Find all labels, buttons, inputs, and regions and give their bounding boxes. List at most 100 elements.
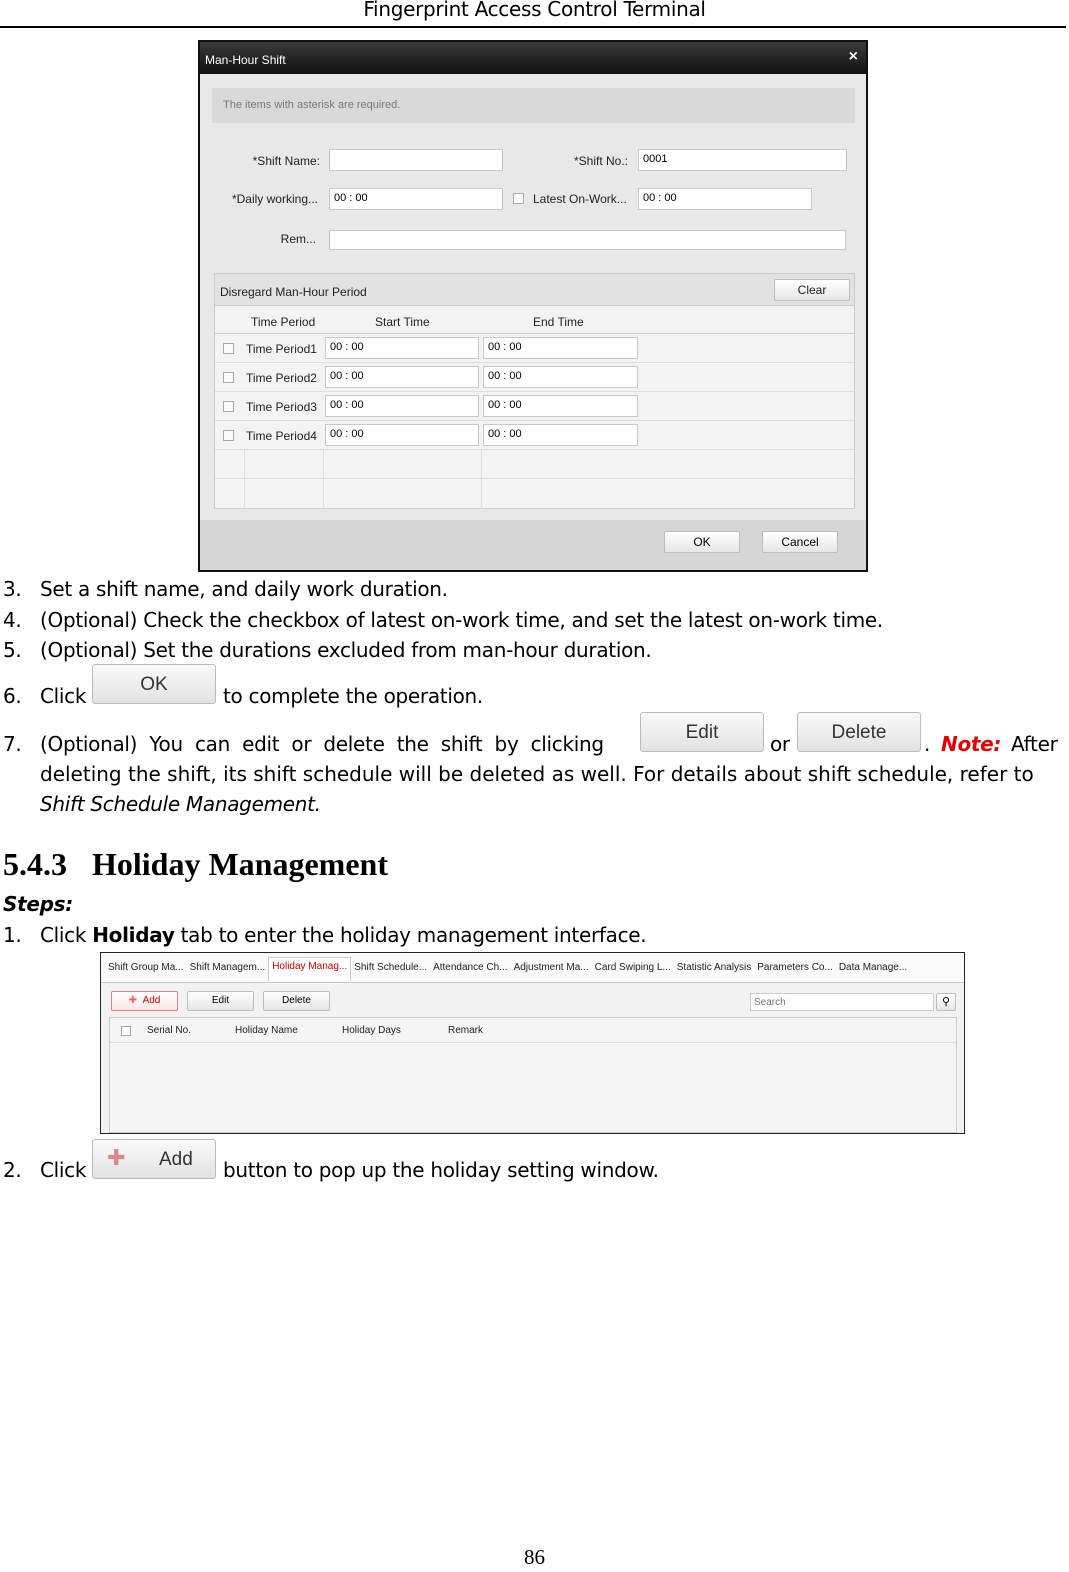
col-divider [244, 450, 245, 509]
shift-name-label: *Shift Name: [252, 154, 320, 168]
column-header: Serial No. [147, 1025, 191, 1036]
step-5: 5. (Optional) Set the durations excluded … [3, 638, 652, 662]
column-header: End Time [533, 315, 584, 329]
page-number: 86 [524, 1545, 545, 1569]
text: tab to enter the holiday management inte… [180, 923, 647, 947]
row-checkbox[interactable] [223, 430, 234, 441]
edit-button[interactable]: Edit [187, 991, 254, 1011]
ok-button-image: OK [92, 664, 216, 704]
shift-name-input[interactable] [329, 149, 503, 171]
col-divider [323, 450, 324, 509]
period-name: Time Period3 [246, 400, 317, 414]
required-notice: The items with asterisk are required. [212, 88, 855, 123]
dialog-title: Man-Hour Shift [205, 53, 286, 67]
dialog-title-bar: Man-Hour Shift × [200, 42, 866, 74]
table-header: Time Period Start Time End Time [215, 307, 854, 334]
remark-input[interactable] [329, 230, 846, 250]
note-label: Note: [941, 732, 1002, 756]
row-checkbox[interactable] [223, 401, 234, 412]
tab-9[interactable]: Parameters Co... [754, 959, 836, 981]
page-header: Fingerprint Access Control Terminal [363, 0, 706, 21]
latest-on-work-label: Latest On-Work... [533, 192, 627, 206]
end-time-input[interactable]: 00 : 00 [483, 395, 638, 417]
shift-no-label: *Shift No.: [573, 154, 628, 168]
tabs: Shift Group Ma... Shift Managem... Holiday… [105, 957, 910, 981]
disregard-period-panel: Disregard Man-Hour Period Clear Time Per… [214, 273, 855, 509]
holiday-table: Serial No. Holiday Name Holiday Days Rem… [109, 1017, 957, 1133]
close-icon[interactable]: × [849, 48, 858, 66]
plus-icon: ✚ [107, 1145, 126, 1170]
ok-button[interactable]: OK [664, 531, 740, 553]
latest-on-work-input[interactable]: 00 : 00 [638, 188, 812, 210]
start-time-input[interactable]: 00 : 00 [325, 424, 479, 446]
column-header: Holiday Name [235, 1025, 298, 1036]
add-label: Add [142, 995, 161, 1006]
column-header: Start Time [375, 315, 430, 329]
table-row: Time Period1 00 : 00 00 : 00 [215, 334, 854, 363]
tab-8[interactable]: Statistic Analysis [674, 959, 754, 981]
shift-no-input[interactable]: 0001 [638, 149, 847, 171]
step-text: to complete the operation. [223, 684, 483, 708]
section-title: Holiday Management [92, 846, 388, 882]
delete-button-image: Delete [797, 712, 921, 752]
period-name: Time Period1 [246, 342, 317, 356]
step-number: 6. [3, 684, 22, 708]
man-hour-shift-dialog: Man-Hour Shift × The items with asterisk… [198, 40, 868, 572]
table-row: Time Period4 00 : 00 00 : 00 [215, 421, 854, 450]
table-row: Time Period3 00 : 00 00 : 00 [215, 392, 854, 421]
reference-link: Shift Schedule Management. [40, 792, 321, 816]
plus-icon: ✚ [128, 995, 138, 1006]
step-text: Click Holiday tab to enter the holiday m… [40, 923, 647, 947]
search-input[interactable] [750, 993, 934, 1011]
daily-working-input[interactable]: 00 : 00 [329, 188, 503, 210]
add-button-image: ✚ Add [92, 1139, 216, 1179]
section-number: 5.4.3 [3, 846, 67, 882]
end-time-input[interactable]: 00 : 00 [483, 366, 638, 388]
clear-button[interactable]: Clear [774, 279, 850, 301]
tab-6[interactable]: Adjustment Ma... [511, 959, 592, 981]
delete-button[interactable]: Delete [263, 991, 330, 1011]
column-header: Holiday Days [342, 1025, 401, 1036]
step-number: 7. [3, 732, 22, 756]
period-name: Time Period4 [246, 429, 317, 443]
end-time-input[interactable]: 00 : 00 [483, 424, 638, 446]
tab-1[interactable]: Shift Group Ma... [105, 959, 187, 981]
tab-10[interactable]: Data Manage... [836, 959, 910, 981]
search-icon[interactable]: ⚲ [936, 993, 956, 1011]
start-time-input[interactable]: 00 : 00 [325, 337, 479, 359]
latest-on-work-checkbox[interactable] [513, 193, 524, 204]
step-number: 1. [3, 923, 22, 947]
step-text: Click [40, 1158, 87, 1182]
holiday-management-screenshot: Shift Group Ma... Shift Managem... Holiday… [100, 952, 965, 1134]
step-number: 3. [3, 577, 22, 601]
step-number: 2. [3, 1158, 22, 1182]
text: Click [40, 923, 87, 947]
dialog-footer: OK Cancel [200, 520, 866, 570]
tab-7[interactable]: Card Swiping L... [592, 959, 674, 981]
empty-row [215, 450, 854, 479]
cancel-button[interactable]: Cancel [762, 531, 838, 553]
tab-3[interactable]: Holiday Manag... [268, 957, 352, 981]
step-4: 4. (Optional) Check the checkbox of lates… [3, 608, 883, 632]
select-all-checkbox[interactable] [121, 1026, 131, 1036]
column-header: Remark [448, 1025, 484, 1036]
table-body: Time Period1 00 : 00 00 : 00 Time Period… [215, 334, 854, 509]
column-header: Time Period [251, 315, 316, 329]
step-number: 5. [3, 638, 22, 662]
step-text: or [770, 732, 790, 756]
row-checkbox[interactable] [223, 372, 234, 383]
start-time-input[interactable]: 00 : 00 [325, 395, 479, 417]
start-time-input[interactable]: 00 : 00 [325, 366, 479, 388]
step-text: (Optional) You can edit or delete the sh… [40, 732, 604, 756]
step-text: (Optional) Set the durations excluded fr… [40, 638, 652, 662]
tab-2[interactable]: Shift Managem... [187, 959, 269, 981]
step-text: deleting the shift, its shift schedule w… [40, 762, 1034, 786]
add-button[interactable]: ✚ Add [111, 991, 178, 1011]
end-time-input[interactable]: 00 : 00 [483, 337, 638, 359]
step-3: 3. Set a shift name, and daily work durat… [3, 577, 448, 601]
row-checkbox[interactable] [223, 343, 234, 354]
bold-text: Holiday [92, 923, 175, 947]
tab-4[interactable]: Shift Schedule... [351, 959, 430, 981]
step-text: Set a shift name, and daily work duratio… [40, 577, 448, 601]
tab-5[interactable]: Attendance Ch... [430, 959, 511, 981]
